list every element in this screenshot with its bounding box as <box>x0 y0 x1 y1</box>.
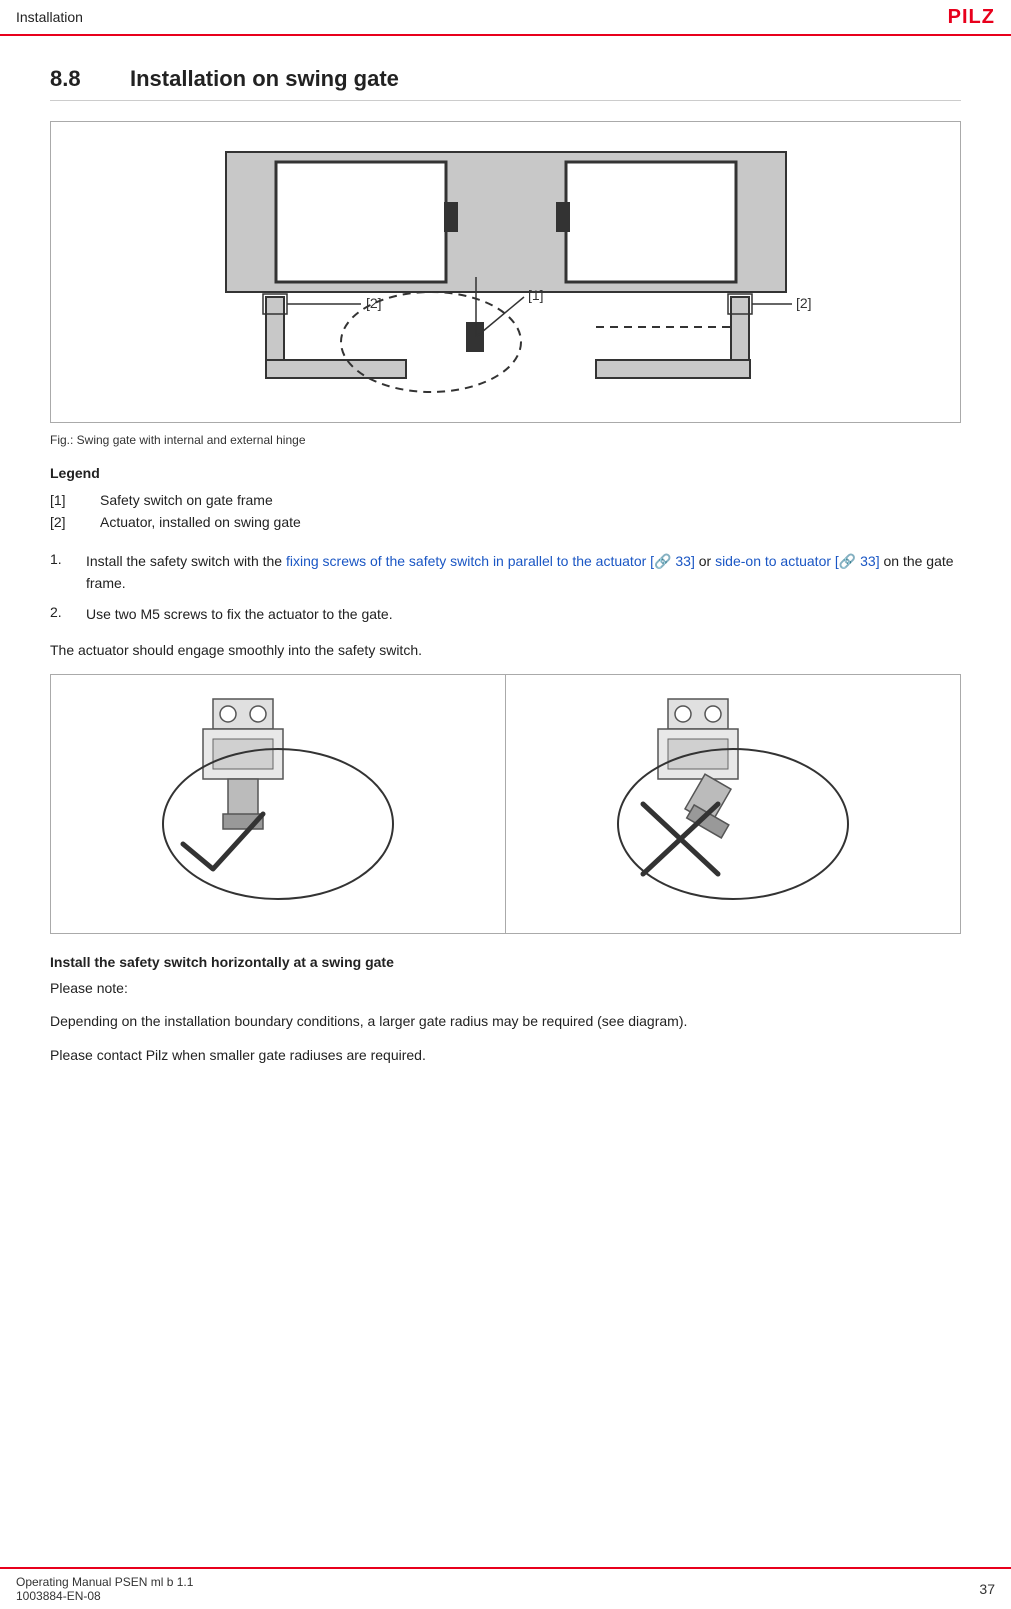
main-content: 8.8 Installation on swing gate <box>0 36 1011 1109</box>
step-2: 2. Use two M5 screws to fix the actuator… <box>50 604 961 626</box>
section-number: 8.8 <box>50 66 100 92</box>
figure1-caption: Fig.: Swing gate with internal and exter… <box>50 433 961 447</box>
para-conditions: Depending on the installation boundary c… <box>50 1011 961 1033</box>
legend-key-1: [1] <box>50 489 100 511</box>
legend-row-2: [2] Actuator, installed on swing gate <box>50 511 313 533</box>
svg-text:[2]: [2] <box>366 295 382 311</box>
pilz-logo: PILZ <box>948 6 995 29</box>
para-note: Please note: <box>50 978 961 1000</box>
legend-value-2: Actuator, installed on swing gate <box>100 511 313 533</box>
footer-page: 37 <box>979 1581 995 1597</box>
footer-bar: Operating Manual PSEN ml b 1.1 1003884-E… <box>0 1567 1011 1609</box>
section-title: Installation on swing gate <box>130 66 399 92</box>
footer-manual: Operating Manual PSEN ml b 1.1 <box>16 1575 193 1589</box>
footer-doc-number: 1003884-EN-08 <box>16 1589 193 1603</box>
legend-row-1: [1] Safety switch on gate frame <box>50 489 313 511</box>
step-1-num: 1. <box>50 551 70 567</box>
two-figures-box <box>50 674 961 934</box>
figure2-left <box>51 675 506 933</box>
correct-diagram <box>133 694 423 914</box>
swing-gate-diagram: [1] [2] [2] <box>166 142 846 402</box>
step-1: 1. Install the safety switch with the fi… <box>50 551 961 594</box>
legend-key-2: [2] <box>50 511 100 533</box>
subheading: Install the safety switch horizontally a… <box>50 954 961 970</box>
para-engage: The actuator should engage smoothly into… <box>50 640 961 662</box>
legend-table: [1] Safety switch on gate frame [2] Actu… <box>50 489 313 533</box>
svg-text:[2]: [2] <box>796 295 812 311</box>
para-contact: Please contact Pilz when smaller gate ra… <box>50 1045 961 1067</box>
step-2-num: 2. <box>50 604 70 620</box>
figure1-box: [1] [2] [2] <box>50 121 961 423</box>
step-1-text: Install the safety switch with the fixin… <box>86 551 961 594</box>
legend-value-1: Safety switch on gate frame <box>100 489 313 511</box>
header-title: Installation <box>16 9 83 25</box>
link-parallel[interactable]: fixing screws of the safety switch in pa… <box>286 553 695 569</box>
figure2-right <box>506 675 960 933</box>
step-2-text: Use two M5 screws to fix the actuator to… <box>86 604 961 626</box>
link-sideon[interactable]: side-on to actuator [🔗 33] <box>715 553 880 569</box>
section-heading: 8.8 Installation on swing gate <box>50 66 961 101</box>
svg-text:[1]: [1] <box>528 287 544 303</box>
steps-list: 1. Install the safety switch with the fi… <box>50 551 961 626</box>
incorrect-diagram <box>588 694 878 914</box>
header-bar: Installation PILZ <box>0 0 1011 36</box>
footer-left: Operating Manual PSEN ml b 1.1 1003884-E… <box>16 1575 193 1603</box>
legend-title: Legend <box>50 465 961 481</box>
